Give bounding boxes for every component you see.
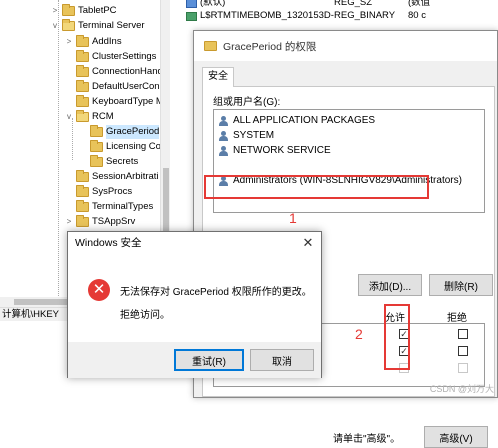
deny-full-control-checkbox[interactable]: [458, 329, 468, 339]
tree-item-label: KeyboardType M: [92, 96, 164, 107]
value-name: (默认): [200, 0, 226, 8]
annotation-highlight-allow: [384, 304, 410, 370]
list-item[interactable]: SYSTEM: [218, 129, 274, 143]
folder-icon: [76, 200, 89, 212]
folder-icon: [76, 65, 89, 77]
error-sub-message: 拒绝访问。: [120, 310, 170, 321]
deny-read-checkbox[interactable]: [458, 346, 468, 356]
folder-icon: [90, 155, 103, 167]
tree-item-addins[interactable]: > AddIns: [64, 35, 122, 49]
tree-item-label: AddIns: [92, 36, 122, 47]
value-name: L$RTMTIMEBOMB_1320153D-8DA3-4e...: [200, 10, 334, 21]
tree-item-label: TerminalTypes: [92, 201, 154, 212]
remove-button[interactable]: 删除(R): [429, 274, 493, 296]
group-or-user-label: 组或用户名(G):: [213, 97, 281, 108]
list-item-label: ALL APPLICATION PACKAGES: [233, 115, 376, 126]
folder-icon: [204, 41, 217, 51]
folder-icon: [90, 125, 103, 137]
error-dialog-footer: 重试(R) 取消: [68, 342, 321, 378]
tree-item-tsappsrv[interactable]: > TSAppSrv: [64, 215, 135, 229]
value-row[interactable]: L$RTMTIMEBOMB_1320153D-8DA3-4e... REG_BI…: [186, 10, 426, 22]
annotation-number: 1: [289, 210, 297, 226]
tree-item-defaultusercon[interactable]: DefaultUserCon: [64, 80, 160, 94]
tree-item-keyboardtype[interactable]: KeyboardType M: [64, 95, 164, 109]
folder-open-icon: [62, 19, 75, 31]
advanced-button[interactable]: 高级(V): [424, 426, 488, 448]
deny-column-header: 拒绝: [447, 313, 467, 324]
tree-item-tabletpc[interactable]: > TabletPC: [50, 4, 117, 18]
tree-item-label: ClusterSettings: [92, 51, 157, 62]
error-icon: ✕: [88, 279, 110, 301]
error-dialog-titlebar[interactable]: Windows 安全: [68, 232, 321, 254]
folder-icon: [76, 80, 89, 92]
group-icon: [218, 146, 230, 156]
error-message: 无法保存对 GracePeriod 权限所作的更改。: [120, 287, 312, 298]
expand-icon[interactable]: >: [50, 4, 60, 18]
tree-item-label: RCM: [92, 111, 114, 122]
cancel-button[interactable]: 取消: [250, 349, 314, 371]
list-item[interactable]: ALL APPLICATION PACKAGES: [218, 114, 375, 128]
reg-binary-icon: [186, 11, 197, 21]
collapse-icon[interactable]: v: [64, 110, 74, 124]
tree-item-rcm[interactable]: v RCM: [64, 110, 114, 124]
add-button[interactable]: 添加(D)...: [358, 274, 422, 296]
folder-icon: [76, 170, 89, 182]
value-type: REG_BINARY: [334, 10, 396, 21]
annotation-number: 2: [355, 326, 363, 342]
tree-guide-line: [58, 0, 59, 300]
tree-item-label: TabletPC: [78, 5, 117, 16]
tree-guide-line: [72, 118, 73, 160]
folder-icon: [76, 35, 89, 47]
tree-item-sessionarbitration[interactable]: SessionArbitrati: [64, 170, 159, 184]
error-dialog-title: Windows 安全: [75, 237, 142, 249]
tree-item-sysprocs[interactable]: SysProcs: [64, 185, 132, 199]
value-data: (数值: [408, 0, 431, 8]
deny-special-checkbox: [458, 363, 468, 373]
tree-item-clustersettings[interactable]: ClusterSettings: [64, 50, 156, 64]
annotation-highlight-administrators: [204, 175, 429, 199]
value-data: 80 c: [408, 10, 426, 21]
folder-icon: [76, 50, 89, 62]
folder-icon: [76, 95, 89, 107]
tree-item-label: Licensing Co: [106, 141, 161, 152]
permissions-dialog-titlebar[interactable]: GracePeriod 的权限: [194, 31, 497, 61]
watermark: CSDN @刘万大: [429, 384, 494, 394]
collapse-icon[interactable]: v: [50, 19, 60, 33]
expand-icon[interactable]: >: [64, 215, 74, 229]
list-item[interactable]: NETWORK SERVICE: [218, 144, 331, 158]
list-item-label: NETWORK SERVICE: [233, 145, 331, 156]
folder-icon: [62, 4, 75, 16]
value-row[interactable]: (默认) REG_SZ (数值: [186, 0, 430, 9]
tree-item-label: ConnectionHand: [92, 66, 163, 77]
tree-item-label: DefaultUserCon: [92, 81, 160, 92]
tree-item-terminal-server[interactable]: v Terminal Server: [50, 19, 145, 33]
list-item-label: SYSTEM: [233, 130, 275, 141]
permissions-dialog-title: GracePeriod 的权限: [223, 40, 317, 53]
folder-icon: [90, 140, 103, 152]
folder-open-icon: [76, 110, 89, 122]
tree-item-licensing[interactable]: Licensing Co: [78, 140, 161, 154]
tree-item-secrets[interactable]: Secrets: [78, 155, 138, 169]
tree-item-label: Terminal Server: [78, 20, 145, 31]
tab-security[interactable]: 安全: [202, 67, 234, 87]
tree-item-connectionhand[interactable]: ConnectionHand: [64, 65, 163, 79]
expand-icon[interactable]: >: [64, 35, 74, 49]
group-icon: [218, 116, 230, 126]
folder-icon: [76, 185, 89, 197]
tree-item-label: TSAppSrv: [92, 216, 136, 227]
tree-item-graceperiod[interactable]: GracePeriod: [78, 125, 160, 139]
tree-item-label: Secrets: [106, 156, 139, 167]
windows-security-error-dialog: Windows 安全 ✕ ✕ 无法保存对 GracePeriod 权限所作的更改…: [67, 231, 322, 378]
advanced-hint-text: 请单击"高级"。: [333, 434, 401, 445]
retry-button[interactable]: 重试(R): [174, 349, 244, 371]
value-type: REG_SZ: [334, 0, 373, 8]
tree-item-label: SysProcs: [92, 186, 133, 197]
tree-item-label: GracePeriod: [106, 125, 160, 139]
tree-item-label: SessionArbitrati: [92, 171, 159, 182]
group-icon: [218, 131, 230, 141]
folder-icon: [76, 215, 89, 227]
tree-item-terminaltypes[interactable]: TerminalTypes: [64, 200, 153, 214]
close-icon[interactable]: ✕: [299, 234, 317, 252]
reg-string-icon: [186, 0, 197, 8]
